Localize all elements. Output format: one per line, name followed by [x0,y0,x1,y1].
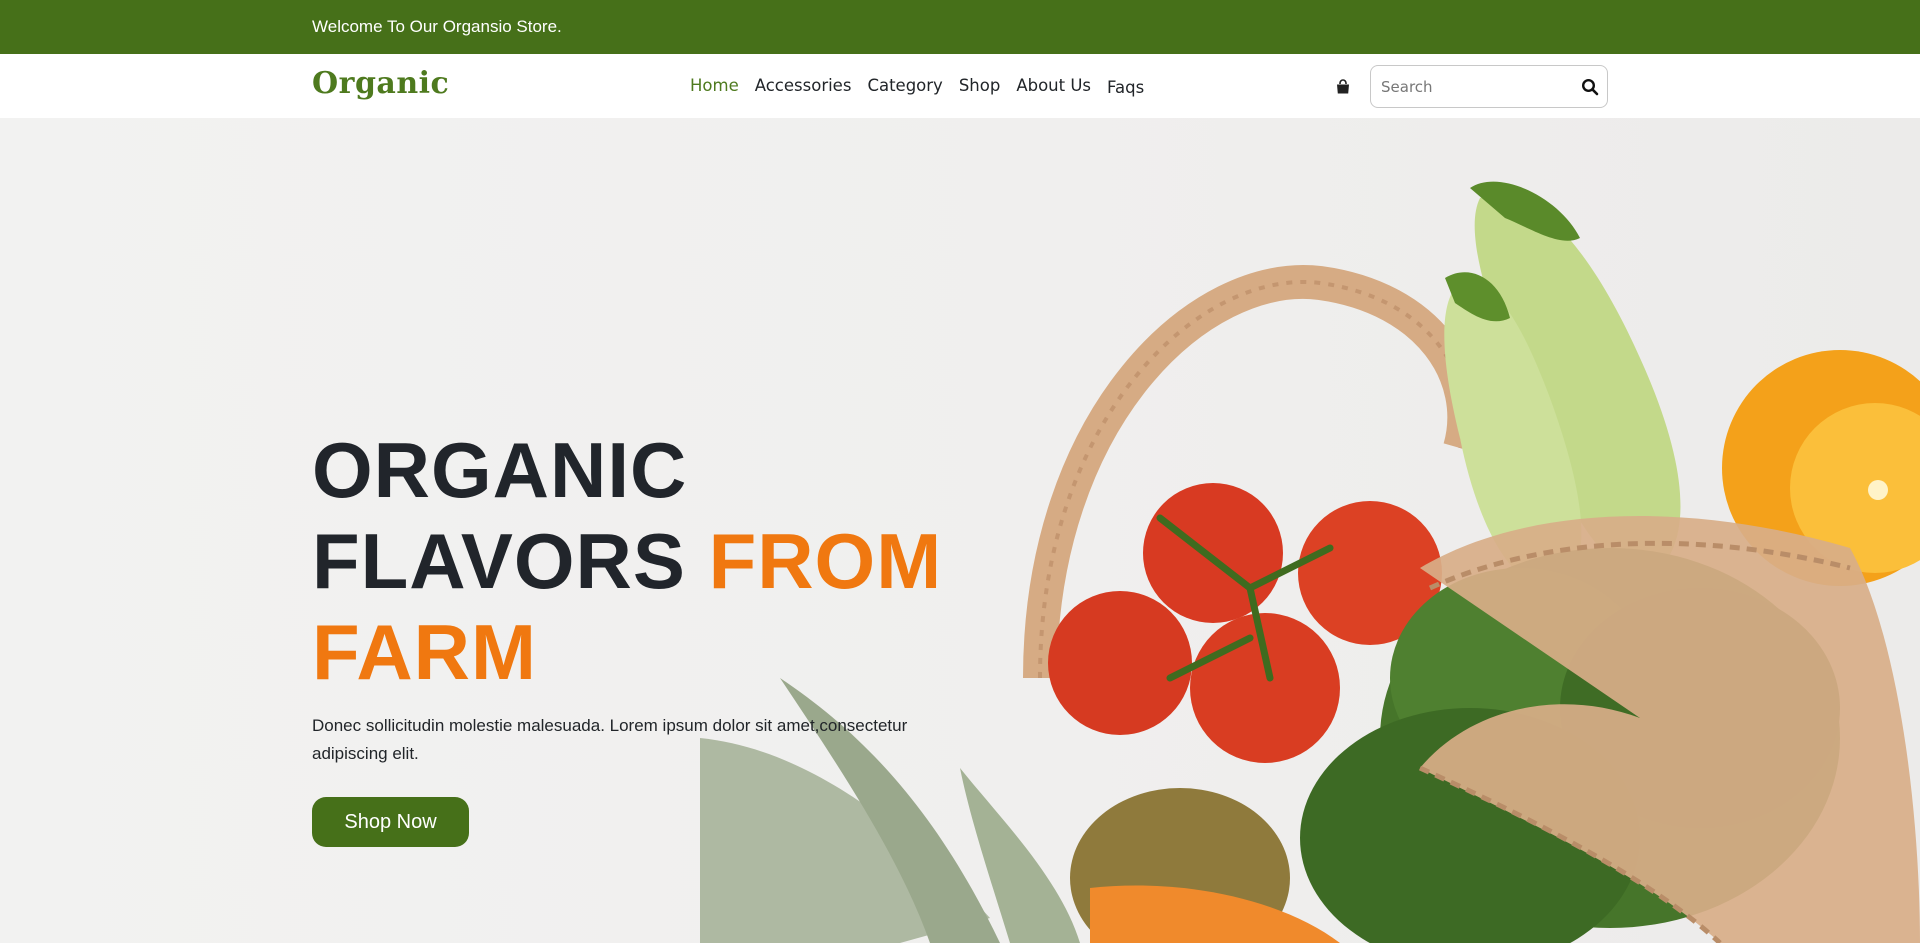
nav-category[interactable]: Category [867,76,942,95]
produce-bag-image [700,181,1920,943]
nav-home[interactable]: Home [690,76,739,95]
navbar: Organic Home Accessories Category Shop A… [0,54,1920,118]
shop-now-button[interactable]: Shop Now [312,797,469,847]
headline-line-2-accent: FROM [708,517,943,605]
hero-headline: ORGANIC FLAVORS FROM FARM [312,425,942,698]
main-nav: Home Accessories Category Shop About Us … [690,76,1160,97]
search-box [1370,65,1608,108]
search-input[interactable] [1381,76,1571,98]
announcement-bar: Welcome To Our Organsio Store. [0,0,1920,54]
logo[interactable]: Organic [312,66,449,101]
headline-line-1: ORGANIC [312,426,688,514]
welcome-text: Welcome To Our Organsio Store. [312,17,562,36]
headline-line-3-accent: FARM [312,608,537,696]
shopping-bag-icon[interactable] [1335,79,1351,95]
nav-about-us[interactable]: About Us [1016,76,1091,95]
nav-accessories[interactable]: Accessories [755,76,852,95]
headline-line-2-dark: FLAVORS [312,517,686,605]
hero-description: Donec sollicitudin molestie malesuada. L… [312,716,908,763]
search-icon[interactable] [1581,78,1599,96]
nav-shop[interactable]: Shop [959,76,1001,95]
nav-faqs[interactable]: Faqs [1107,78,1144,97]
hero-section: ORGANIC FLAVORS FROM FARM [0,118,1920,943]
